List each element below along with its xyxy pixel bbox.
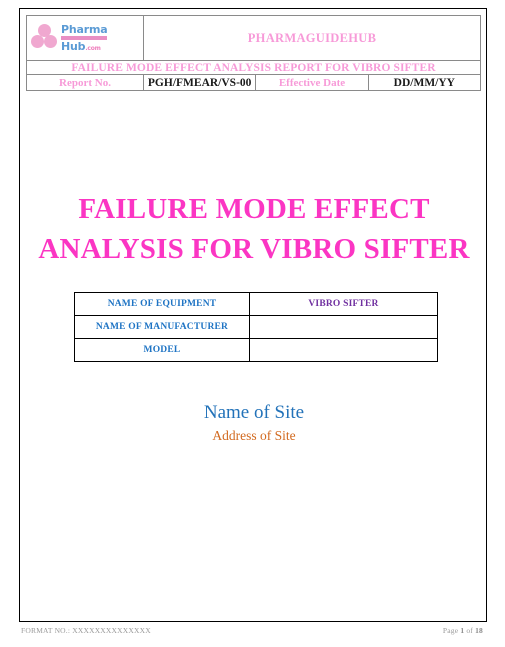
logo-hub-text: Hub.com — [61, 41, 107, 52]
document-header-table: Pharma Hub.com PHARMAGUIDEHUB FAILURE MO… — [26, 15, 482, 91]
page-footer: FORMAT NO.: XXXXXXXXXXXXXX Page 1 of 18 — [21, 626, 483, 635]
equipment-name-value: VIBRO SIFTER — [249, 292, 438, 316]
site-address: Address of Site — [212, 428, 296, 443]
document-page: Pharma Hub.com PHARMAGUIDEHUB FAILURE MO… — [19, 8, 487, 622]
header-row-brand: Pharma Hub.com PHARMAGUIDEHUB — [26, 15, 481, 61]
manufacturer-name-value — [249, 315, 438, 339]
table-row: NAME OF EQUIPMENT VIBRO SIFTER — [74, 292, 438, 316]
logo-cell: Pharma Hub.com — [26, 15, 144, 61]
page-label: Page — [442, 626, 459, 635]
logo-pharma-text: Pharma — [61, 23, 108, 36]
report-no-label: Report No. — [26, 74, 144, 91]
table-row: NAME OF MANUFACTURER — [74, 315, 438, 339]
page-total: 18 — [475, 626, 483, 635]
page-title-line-1: FAILURE MODE EFFECT — [78, 193, 430, 225]
effective-date-label: Effective Date — [255, 74, 369, 91]
equipment-details-table: NAME OF EQUIPMENT VIBRO SIFTER NAME OF M… — [74, 292, 438, 362]
report-no-value: PGH/FMEAR/VS-00 — [142, 74, 257, 91]
equipment-name-label: NAME OF EQUIPMENT — [74, 292, 250, 316]
header-row-meta: Report No. PGH/FMEAR/VS-00 Effective Dat… — [26, 74, 482, 91]
logo-hub-label: Hub — [61, 40, 86, 53]
logo-com-label: .com — [85, 45, 101, 52]
logo-dots-icon — [31, 24, 58, 52]
brand-title: PHARMAGUIDEHUB — [143, 15, 481, 61]
effective-date-value: DD/MM/YY — [367, 74, 482, 91]
model-value — [249, 338, 438, 362]
page-of-label: of — [466, 626, 474, 635]
logo-wordmark: Pharma Hub.com — [61, 23, 108, 52]
manufacturer-name-label: NAME OF MANUFACTURER — [74, 315, 250, 339]
header-row-banner: FAILURE MODE EFFECT ANALYSIS REPORT FOR … — [26, 60, 481, 75]
pharmahub-logo: Pharma Hub.com — [31, 24, 139, 52]
page-title-line-2: ANALYSIS FOR VIBRO SIFTER — [38, 233, 470, 265]
format-number: FORMAT NO.: XXXXXXXXXXXXXX — [21, 626, 151, 635]
site-name: Name of Site — [203, 402, 305, 423]
page-current: 1 — [460, 626, 465, 635]
page-number: Page 1 of 18 — [443, 626, 483, 635]
report-banner-title: FAILURE MODE EFFECT ANALYSIS REPORT FOR … — [26, 60, 481, 75]
site-info-block: Name of Site Address of Site — [32, 401, 476, 445]
model-label: MODEL — [74, 338, 250, 362]
table-row: MODEL — [74, 338, 438, 362]
page-title: FAILURE MODE EFFECT ANALYSIS FOR VIBRO S… — [32, 189, 476, 269]
